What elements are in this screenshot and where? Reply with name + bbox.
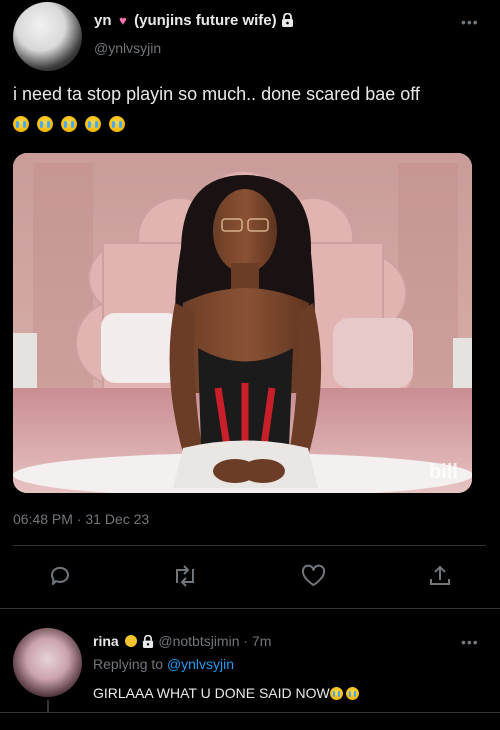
- loudly-crying-face-icon: [109, 116, 125, 132]
- tweet-timestamp[interactable]: 06:48 PM · 31 Dec 23: [13, 511, 149, 527]
- reply-text-row: GIRLAAA WHAT U DONE SAID NOW: [93, 685, 362, 701]
- tweet-media-image[interactable]: bill: [13, 153, 472, 493]
- thread-line: [47, 700, 49, 712]
- divider: [0, 608, 500, 609]
- lock-icon: [142, 634, 154, 651]
- like-icon[interactable]: [301, 564, 326, 588]
- loudly-crying-face-icon: [345, 687, 359, 700]
- reply-header[interactable]: rina @notbtsjimin · 7m: [93, 633, 271, 651]
- retweet-icon[interactable]: [172, 564, 198, 588]
- more-options-icon[interactable]: •••: [461, 14, 479, 30]
- loudly-crying-face-icon: [13, 116, 29, 132]
- heart-icon: ♥: [118, 13, 127, 28]
- emoji-row: [13, 116, 133, 137]
- replying-to-handle[interactable]: @ynlvsyjin: [167, 656, 234, 672]
- reply-more-options-icon[interactable]: •••: [461, 634, 479, 650]
- divider: [0, 712, 500, 713]
- loudly-crying-face-icon: [329, 687, 343, 700]
- media-watermark: bill: [429, 461, 458, 483]
- author-avatar[interactable]: [13, 2, 82, 71]
- loudly-crying-face-icon: [37, 116, 53, 132]
- author-display-name: yn: [94, 12, 112, 29]
- reply-handle-time: @notbtsjimin · 7m: [158, 633, 272, 649]
- reply-text: GIRLAAA WHAT U DONE SAID NOW: [93, 685, 330, 701]
- reply-display-name: rina: [93, 633, 119, 649]
- reply-icon[interactable]: [48, 564, 72, 588]
- reply-author-avatar[interactable]: [13, 628, 82, 697]
- tweet-text: i need ta stop playin so much.. done sca…: [13, 84, 420, 104]
- replying-to-prefix: Replying to: [93, 656, 164, 672]
- loudly-crying-face-icon: [85, 116, 101, 132]
- loudly-crying-face-icon: [61, 116, 77, 132]
- media-illustration: bill: [13, 153, 472, 493]
- screaming-face-icon: [124, 635, 137, 647]
- divider: [13, 545, 486, 546]
- lock-icon: [281, 12, 294, 32]
- share-icon[interactable]: [428, 564, 452, 588]
- author-display-name-suffix: (yunjins future wife): [134, 12, 277, 29]
- author-handle[interactable]: @ynlvsyjin: [94, 40, 161, 56]
- replying-to: Replying to @ynlvsyjin: [93, 656, 234, 672]
- author-name-row[interactable]: yn ♥ (yunjins future wife): [94, 12, 294, 32]
